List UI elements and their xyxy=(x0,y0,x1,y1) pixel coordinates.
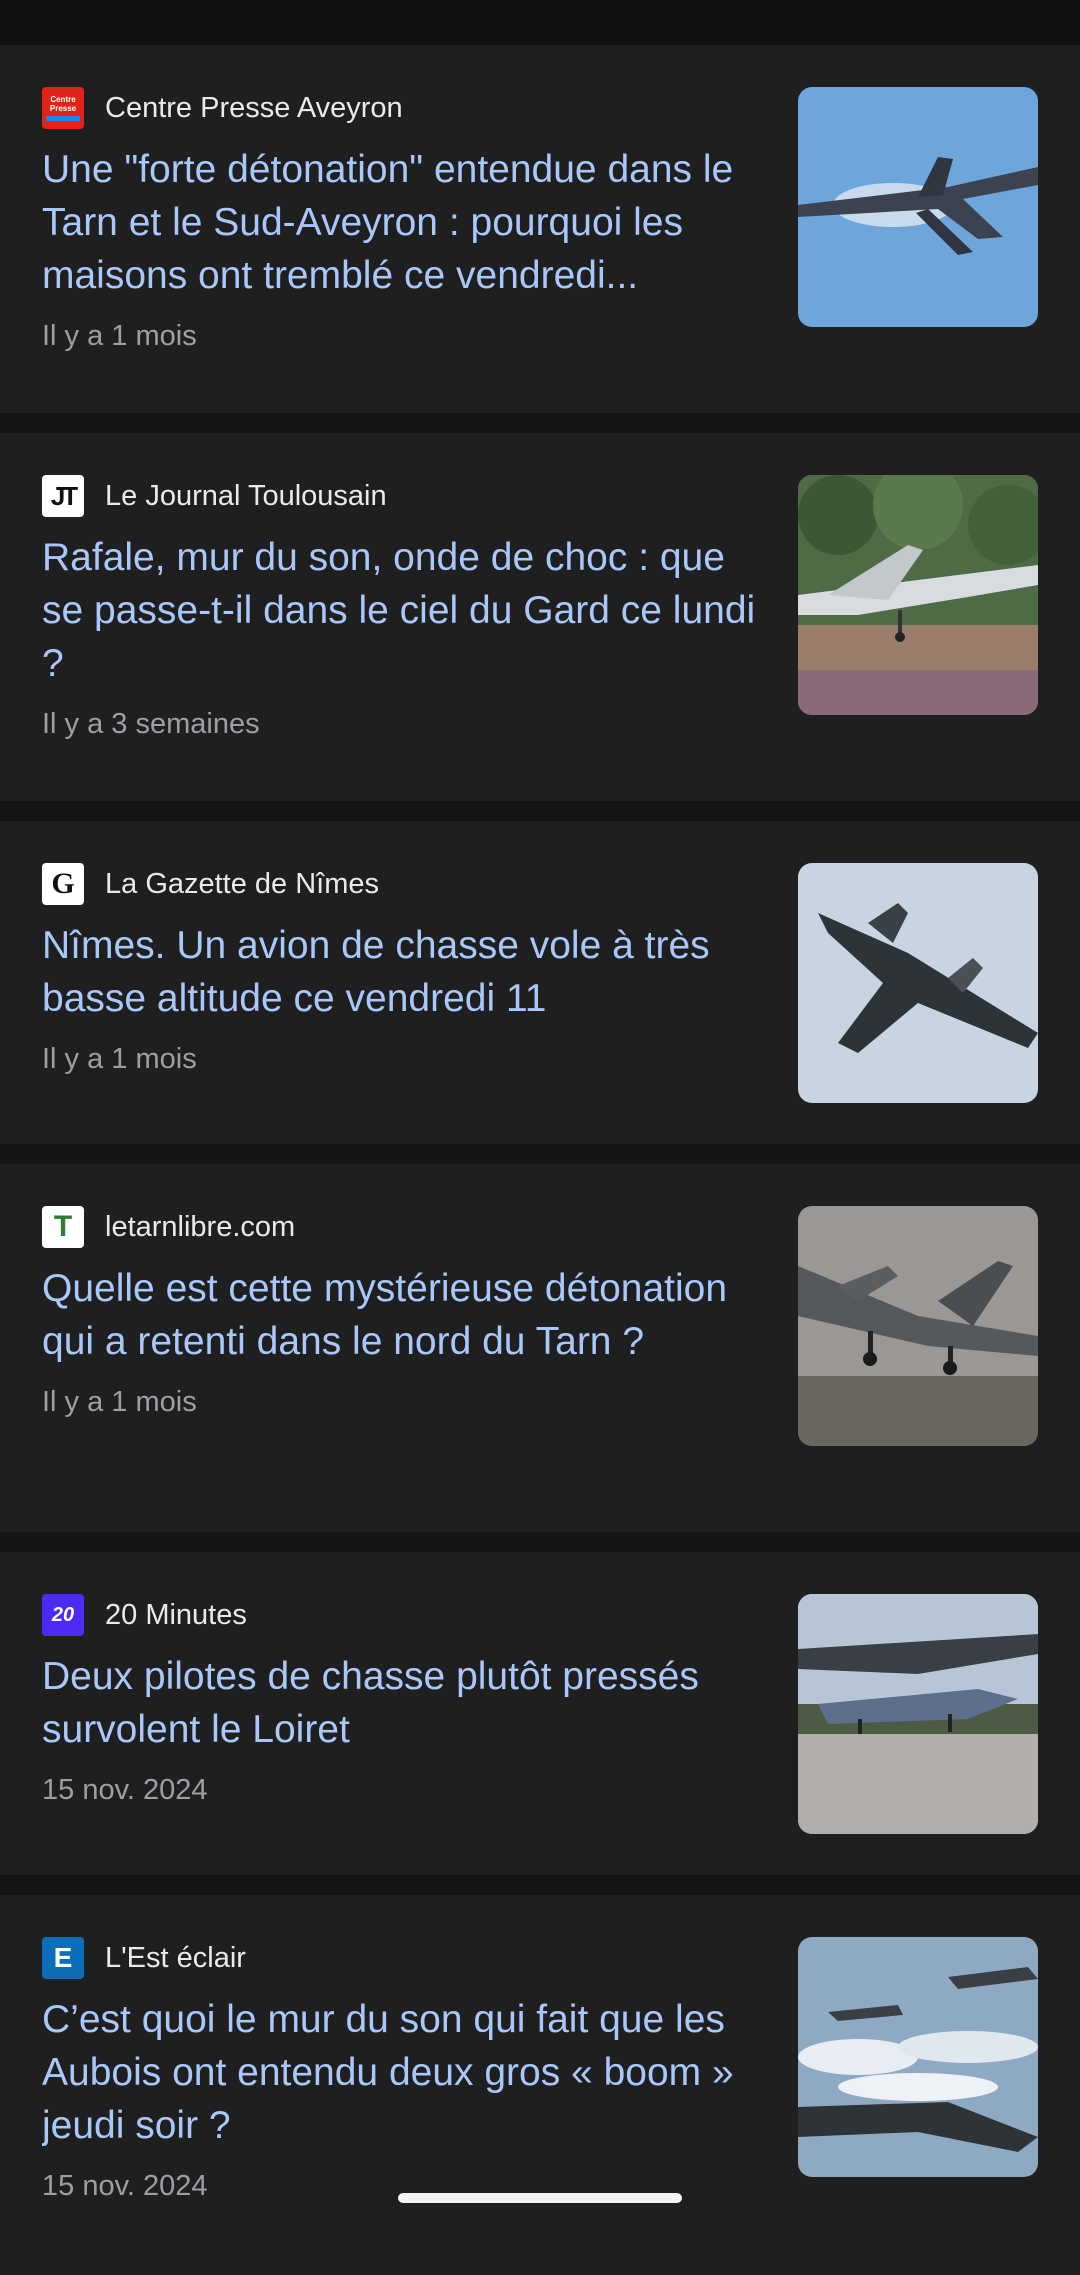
article-time: 15 nov. 2024 xyxy=(42,1774,208,1806)
gazette-nimes-logo-icon: G xyxy=(42,863,84,905)
article-time: Il y a 1 mois xyxy=(42,320,197,352)
centre-presse-logo-icon: Centre Presse xyxy=(42,87,84,129)
favicon-stripe xyxy=(46,116,80,121)
article-headline[interactable]: C’est quoi le mur du son qui fait que le… xyxy=(42,1993,762,2152)
favicon-text: T xyxy=(53,1210,73,1243)
article-headline[interactable]: Quelle est cette mystérieuse détonation … xyxy=(42,1262,762,1368)
favicon-text: Centre Presse xyxy=(49,95,77,113)
status-bar-area xyxy=(0,0,1080,45)
article-time: Il y a 3 semaines xyxy=(42,708,260,740)
thumbnail-graphic xyxy=(798,475,1038,715)
news-card[interactable]: T letarnlibre.com Quelle est cette mysté… xyxy=(0,1164,1080,1532)
thumbnail-graphic xyxy=(798,863,1038,1103)
article-headline[interactable]: Nîmes. Un avion de chasse vole à très ba… xyxy=(42,919,762,1025)
favicon-text: E xyxy=(53,1942,73,1973)
source-name: Centre Presse Aveyron xyxy=(105,92,403,124)
source-row: Centre Presse Centre Presse Aveyron xyxy=(42,87,762,129)
rafale-climbing-sky-image[interactable] xyxy=(798,863,1038,1103)
news-card[interactable]: G La Gazette de Nîmes Nîmes. Un avion de… xyxy=(0,821,1080,1144)
thumbnail-graphic xyxy=(798,87,1038,327)
source-name: Le Journal Toulousain xyxy=(105,480,387,512)
thumbnail-graphic xyxy=(798,1937,1038,2177)
article-headline[interactable]: Une "forte détonation" entendue dans le … xyxy=(42,143,762,302)
source-row: JT Le Journal Toulousain xyxy=(42,475,762,517)
source-row: T letarnlibre.com xyxy=(42,1206,762,1248)
source-name: La Gazette de Nîmes xyxy=(105,868,380,900)
news-card-body: T letarnlibre.com Quelle est cette mysté… xyxy=(42,1206,762,1422)
news-card-body: JT Le Journal Toulousain Rafale, mur du … xyxy=(42,475,762,744)
news-card[interactable]: JT Le Journal Toulousain Rafale, mur du … xyxy=(0,433,1080,801)
source-name: L'Est éclair xyxy=(105,1942,246,1974)
news-card-body: G La Gazette de Nîmes Nîmes. Un avion de… xyxy=(42,863,762,1079)
source-row: E L'Est éclair xyxy=(42,1937,762,1979)
news-card-body: E L'Est éclair C’est quoi le mur du son … xyxy=(42,1937,762,2206)
rafale-takeoff-forest-image[interactable] xyxy=(798,475,1038,715)
fighter-jet-blue-sky-image[interactable] xyxy=(798,87,1038,327)
thumbnail-graphic xyxy=(798,1594,1038,1834)
20-minutes-logo-icon: 20 xyxy=(42,1594,84,1636)
news-card[interactable]: E L'Est éclair C’est quoi le mur du son … xyxy=(0,1895,1080,2275)
news-card-body: 20 20 Minutes Deux pilotes de chasse plu… xyxy=(42,1594,762,1810)
rafale-on-runway-image[interactable] xyxy=(798,1594,1038,1834)
article-headline[interactable]: Rafale, mur du son, onde de choc : que s… xyxy=(42,531,762,690)
source-row: G La Gazette de Nîmes xyxy=(42,863,762,905)
source-name: letarnlibre.com xyxy=(105,1211,296,1243)
thumbnail-graphic xyxy=(798,1206,1038,1446)
news-card[interactable]: 20 20 Minutes Deux pilotes de chasse plu… xyxy=(0,1552,1080,1875)
article-time: Il y a 1 mois xyxy=(42,1386,197,1418)
rafale-formation-clouds-image[interactable] xyxy=(798,1937,1038,2177)
news-card[interactable]: Centre Presse Centre Presse Aveyron Une … xyxy=(0,45,1080,413)
rafale-landing-gear-image[interactable] xyxy=(798,1206,1038,1446)
letarnlibre-logo-icon: T xyxy=(42,1206,84,1248)
favicon-text: 20 xyxy=(51,1603,75,1626)
article-headline[interactable]: Deux pilotes de chasse plutôt pressés su… xyxy=(42,1650,762,1756)
journal-toulousain-logo-icon: JT xyxy=(42,475,84,517)
favicon-text: G xyxy=(51,867,75,900)
article-time: Il y a 1 mois xyxy=(42,1043,197,1075)
est-eclair-logo-icon: E xyxy=(42,1937,84,1979)
home-indicator[interactable] xyxy=(398,2193,682,2203)
source-name: 20 Minutes xyxy=(105,1599,247,1631)
favicon-text: JT xyxy=(50,480,78,511)
source-row: 20 20 Minutes xyxy=(42,1594,762,1636)
news-card-body: Centre Presse Centre Presse Aveyron Une … xyxy=(42,87,762,356)
